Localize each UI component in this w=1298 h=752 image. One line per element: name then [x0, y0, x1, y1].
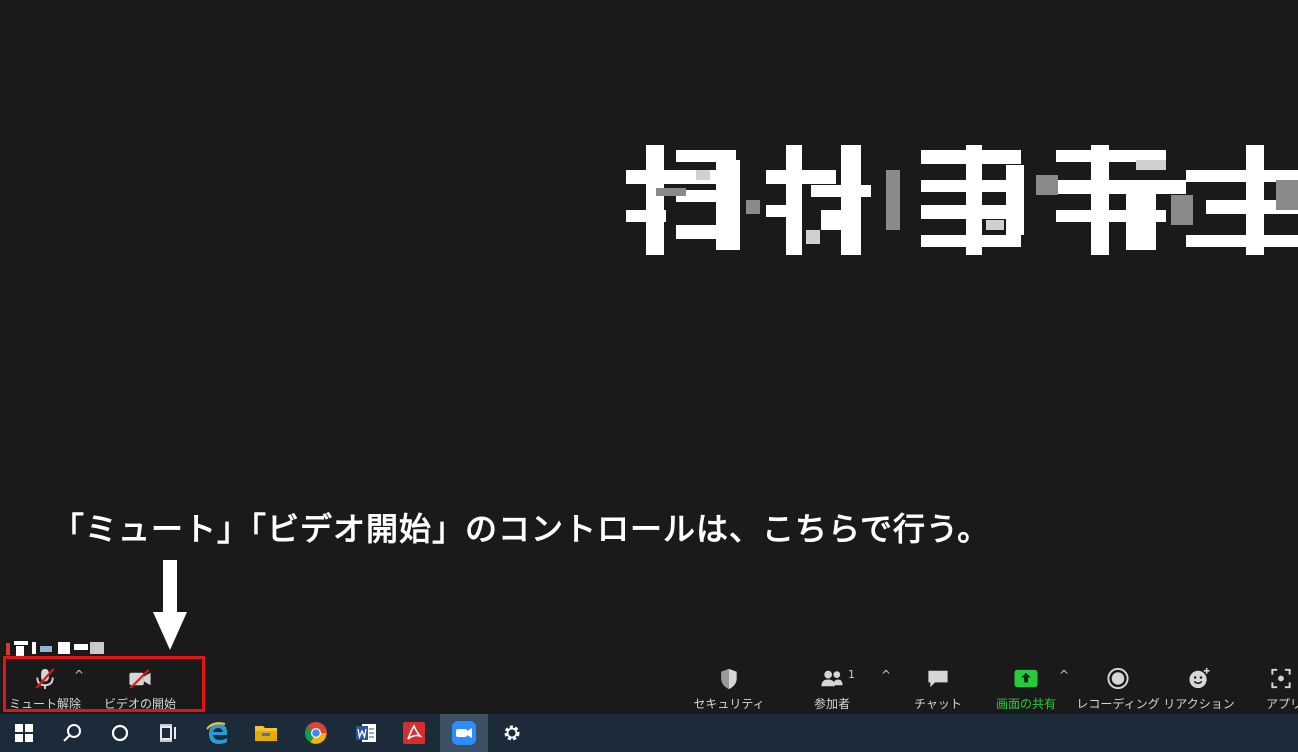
meeting-toolbar: ミュート解除 ^ ビデオの開始 セキュリティ 参加者 1 ^ チャット 画面の共…: [0, 656, 1298, 712]
record-label: レコーディング: [1076, 697, 1160, 711]
reactions-label: リアクション: [1163, 697, 1235, 711]
acrobat-icon[interactable]: [390, 714, 438, 752]
participants-button[interactable]: 参加者: [806, 656, 858, 712]
chat-label: チャット: [914, 697, 962, 711]
start-video-label: ビデオの開始: [103, 697, 176, 711]
instruction-text: 「ミュート」「ビデオ開始」のコントロールは、こちらで行う。: [52, 510, 991, 548]
apps-label: アプリ: [1266, 697, 1298, 711]
participants-label: 参加者: [813, 697, 850, 711]
unmute-button[interactable]: ミュート解除: [8, 656, 82, 712]
microphone-muted-icon: [35, 668, 55, 690]
cortana-icon[interactable]: [96, 714, 144, 752]
security-button[interactable]: セキュリティ: [693, 656, 765, 712]
windows-taskbar: [0, 714, 1298, 752]
word-icon[interactable]: [342, 714, 390, 752]
participant-name-pixelated: [626, 140, 1298, 260]
share-screen-icon: [1014, 669, 1038, 688]
chat-icon: [928, 670, 948, 688]
apps-icon: [1271, 668, 1291, 689]
participants-icon: [821, 670, 843, 687]
reaction-icon: [1189, 667, 1210, 689]
record-icon: [1107, 667, 1129, 690]
video-off-icon: [129, 669, 151, 689]
participants-count: 1: [848, 668, 855, 681]
shield-icon: [721, 668, 737, 690]
chrome-icon[interactable]: [292, 714, 340, 752]
down-arrow-icon: [150, 560, 190, 652]
task-view-icon[interactable]: [144, 714, 192, 752]
zoom-icon[interactable]: [440, 714, 488, 752]
unmute-label: ミュート解除: [8, 697, 81, 711]
self-name-label-pixelated: [0, 640, 110, 656]
security-label: セキュリティ: [693, 697, 765, 711]
chat-button[interactable]: チャット: [908, 656, 968, 712]
settings-icon[interactable]: [488, 714, 536, 752]
record-button[interactable]: レコーディング: [1076, 656, 1160, 712]
share-options-caret[interactable]: ^: [1059, 668, 1069, 682]
windows-start-icon[interactable]: [0, 714, 48, 752]
start-video-button[interactable]: ビデオの開始: [100, 656, 180, 712]
meeting-video-area: 「ミュート」「ビデオ開始」のコントロールは、こちらで行う。: [0, 0, 1298, 712]
file-explorer-icon[interactable]: [242, 714, 290, 752]
apps-button[interactable]: アプリ: [1260, 656, 1298, 712]
edge-icon[interactable]: [194, 714, 242, 752]
search-icon[interactable]: [48, 714, 96, 752]
share-screen-button[interactable]: 画面の共有: [988, 656, 1064, 712]
share-screen-label: 画面の共有: [995, 697, 1056, 711]
reactions-button[interactable]: リアクション: [1163, 656, 1235, 712]
participants-options-caret[interactable]: ^: [881, 668, 891, 682]
audio-options-caret[interactable]: ^: [74, 668, 84, 682]
